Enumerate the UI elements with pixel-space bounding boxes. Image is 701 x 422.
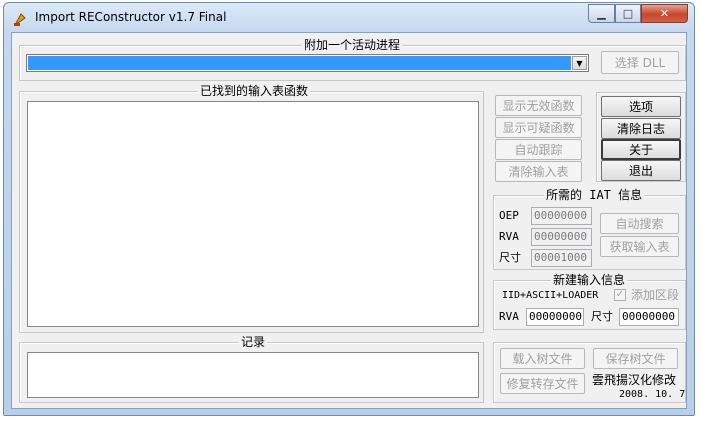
- maximize-button[interactable]: □: [615, 4, 641, 23]
- show-invalid-button[interactable]: 显示无效函数: [495, 95, 582, 116]
- add-section-checkbox[interactable]: ✓: [614, 289, 626, 301]
- oep-field[interactable]: 00000000: [531, 207, 592, 225]
- close-button[interactable]: ✕: [641, 4, 688, 23]
- new-rva-field[interactable]: 00000000: [526, 308, 584, 326]
- log-group: 记录: [19, 335, 484, 403]
- close-icon: ✕: [659, 7, 670, 20]
- import-format-text: IID+ASCII+LOADER: [502, 290, 599, 301]
- options-button[interactable]: 选项: [601, 96, 681, 117]
- new-import-group: 新建输入信息 IID+ASCII+LOADER ✓ 添加区段 RVA 00000…: [493, 273, 686, 330]
- load-tree-button[interactable]: 载入树文件: [500, 348, 585, 369]
- iat-rva-label: RVA: [499, 230, 519, 243]
- iat-rva-field[interactable]: 00000000: [531, 228, 592, 246]
- maximize-icon: □: [622, 7, 634, 20]
- add-section-label: 添加区段: [631, 288, 680, 302]
- clear-imports-button[interactable]: 清除输入表: [495, 161, 582, 182]
- imports-found-group: 已找到的输入表函数: [19, 84, 484, 333]
- minimize-button[interactable]: ▁: [588, 4, 615, 23]
- title-bar[interactable]: Import REConstructor v1.7 Final ▁ □ ✕: [4, 3, 694, 33]
- iat-info-group: 所需的 IAT 信息 OEP 00000000 RVA 00000000 尺寸 …: [493, 188, 686, 270]
- window-title: Import REConstructor v1.7 Final: [35, 10, 227, 24]
- auto-search-button[interactable]: 自动搜索: [600, 213, 679, 234]
- attach-process-group: 附加一个活动进程 ▼ 选择 DLL: [19, 38, 686, 81]
- imports-found-label: 已找到的输入表函数: [198, 84, 311, 98]
- new-size-field[interactable]: 00000000: [619, 308, 679, 326]
- save-tree-button[interactable]: 保存树文件: [593, 348, 678, 369]
- new-size-label: 尺寸: [591, 310, 613, 323]
- process-dropdown[interactable]: ▼: [26, 54, 589, 72]
- select-dll-button[interactable]: 选择 DLL: [601, 51, 679, 74]
- imports-tree-view[interactable]: [27, 101, 479, 327]
- new-rva-label: RVA: [499, 310, 519, 323]
- fix-dump-button[interactable]: 修复转存文件: [500, 373, 585, 394]
- tree-buttons-frame: 载入树文件 保存树文件 修复转存文件 雲飛揚汉化修改 2008. 10. 7: [493, 342, 686, 403]
- attach-process-label: 附加一个活动进程: [302, 38, 403, 52]
- app-window: Import REConstructor v1.7 Final ▁ □ ✕ 附加…: [3, 2, 695, 416]
- log-label: 记录: [239, 335, 268, 349]
- minimize-icon: ▁: [597, 7, 606, 20]
- show-suspect-button[interactable]: 显示可疑函数: [495, 117, 582, 138]
- iat-info-label: 所需的 IAT 信息: [544, 188, 645, 202]
- main-buttons-frame: 选项 清除日志 关于 退出: [596, 92, 686, 182]
- credit-date: 2008. 10. 7: [619, 389, 686, 400]
- client-area: 附加一个活动进程 ▼ 选择 DLL 已找到的输入表函数 显示无效函数 显示可疑函…: [11, 32, 687, 409]
- new-import-label: 新建输入信息: [551, 273, 628, 287]
- translator-credit: 雲飛揚汉化修改: [592, 373, 677, 387]
- iat-size-field[interactable]: 00001000: [531, 249, 592, 267]
- log-listbox[interactable]: [27, 352, 479, 398]
- process-dropdown-selection: [28, 56, 571, 70]
- app-icon: [14, 13, 26, 26]
- dropdown-arrow-icon[interactable]: ▼: [572, 56, 587, 70]
- about-button[interactable]: 关于: [601, 139, 681, 160]
- oep-label: OEP: [499, 209, 519, 222]
- exit-button[interactable]: 退出: [601, 160, 681, 181]
- auto-trace-button[interactable]: 自动跟踪: [495, 139, 582, 160]
- iat-size-label: 尺寸: [499, 251, 521, 264]
- clear-log-button[interactable]: 清除日志: [601, 118, 681, 139]
- get-imports-button[interactable]: 获取输入表: [600, 236, 679, 257]
